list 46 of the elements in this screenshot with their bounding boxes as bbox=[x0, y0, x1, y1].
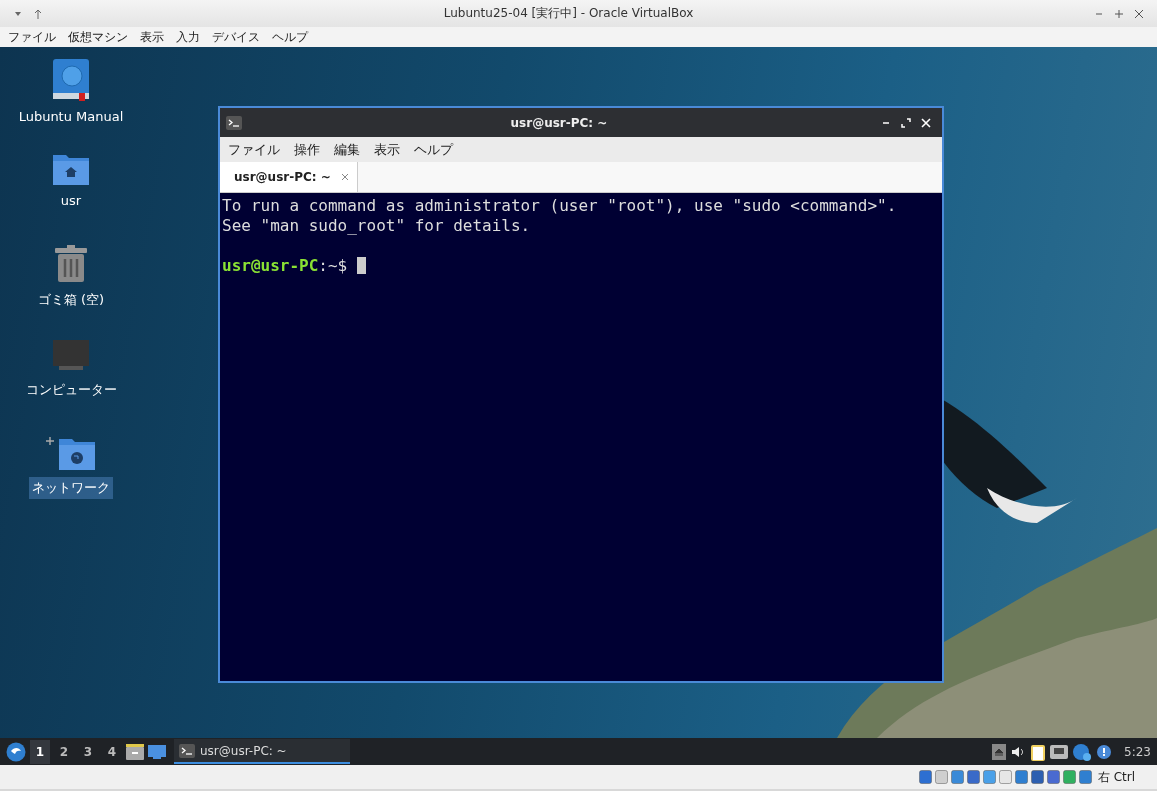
desktop-icon-label[interactable]: Lubuntu Manual bbox=[15, 107, 127, 126]
eject-icon[interactable] bbox=[992, 743, 1007, 760]
arrow-up-icon[interactable] bbox=[32, 7, 44, 20]
host-key-label: 右 Ctrl bbox=[1097, 768, 1135, 786]
restore-icon[interactable] bbox=[900, 116, 912, 129]
terminal-icon bbox=[226, 115, 242, 130]
workspace-button[interactable]: 3 bbox=[78, 739, 98, 764]
book-icon bbox=[51, 57, 91, 101]
menu-item[interactable]: 編集 bbox=[334, 140, 360, 159]
terminal-title: usr@usr-PC: ~ bbox=[509, 115, 609, 130]
workspace-button[interactable]: 1 bbox=[30, 739, 50, 764]
terminal-icon bbox=[179, 743, 195, 758]
workspace-button[interactable]: 2 bbox=[54, 739, 74, 764]
close-icon[interactable] bbox=[1133, 7, 1145, 20]
desktop-icon-label[interactable]: コンピューター bbox=[22, 379, 120, 401]
prompt-path: :~$ bbox=[318, 256, 348, 275]
desktop-icon-label[interactable]: ネットワーク bbox=[29, 477, 113, 499]
menu-item[interactable]: 入力 bbox=[176, 28, 200, 46]
taskbar-task[interactable]: usr@usr-PC: ~ bbox=[174, 739, 350, 764]
workspace-button[interactable]: 4 bbox=[102, 739, 122, 764]
start-menu-icon[interactable] bbox=[6, 741, 26, 762]
clipboard-icon[interactable] bbox=[1030, 742, 1047, 761]
update-icon[interactable] bbox=[1072, 742, 1093, 761]
text-cursor bbox=[357, 257, 367, 274]
menu-item[interactable]: 表示 bbox=[374, 140, 400, 159]
file-manager-icon[interactable] bbox=[126, 743, 144, 760]
maximize-icon[interactable] bbox=[1113, 7, 1125, 20]
trash-icon bbox=[54, 245, 88, 283]
clock[interactable]: 5:23 bbox=[1124, 744, 1151, 759]
menu-item[interactable]: 仮想マシン bbox=[68, 28, 128, 46]
menu-item[interactable]: ファイル bbox=[8, 28, 56, 46]
desktop-icon-label[interactable]: usr bbox=[57, 191, 85, 210]
menu-item[interactable]: ファイル bbox=[228, 140, 280, 159]
menu-item[interactable]: デバイス bbox=[212, 28, 260, 46]
computer-icon bbox=[52, 339, 90, 373]
menu-item[interactable]: ヘルプ bbox=[414, 140, 453, 159]
desktop-icon-label[interactable]: ゴミ箱 (空) bbox=[34, 289, 108, 311]
window-title: Lubuntu25-04 [実行中] - Oracle VirtualBox bbox=[442, 5, 695, 22]
show-desktop-icon[interactable] bbox=[148, 743, 166, 760]
prompt-host: usr@usr-PC bbox=[222, 256, 319, 275]
menu-item[interactable]: ヘルプ bbox=[272, 28, 308, 46]
menu-item[interactable]: 操作 bbox=[294, 140, 320, 159]
terminal-tab[interactable]: usr@usr-PC: ~ bbox=[220, 162, 358, 192]
terminal-output-line: See "man sudo_root" for details. bbox=[222, 216, 532, 236]
menu-item[interactable]: 表示 bbox=[140, 28, 164, 46]
terminal-output-line: To run a command as administrator (user "root"), use "sudo <command>". bbox=[222, 196, 898, 216]
